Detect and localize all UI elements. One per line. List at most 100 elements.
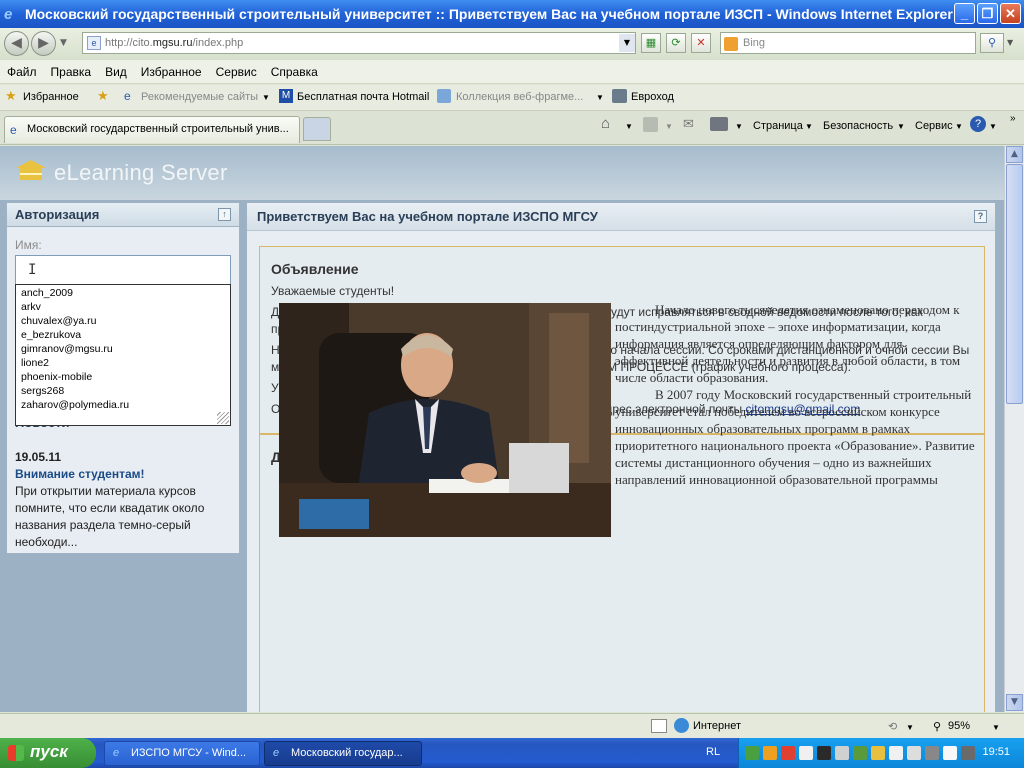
favorites-button[interactable]: Избранное [23,91,79,103]
help-question-icon[interactable]: ? [974,210,987,223]
search-options-dropdown[interactable]: ▼ [1007,38,1013,47]
safety-menu[interactable]: Безопасность [823,120,893,132]
web-slice-dropdown[interactable]: ▼ [596,93,604,102]
print-dropdown[interactable]: ▼ [735,122,743,131]
security-zone-label: Интернет [693,720,741,732]
menu-help[interactable]: Справка [264,65,325,79]
collapse-icon[interactable]: ↑ [218,208,231,221]
chevron-more-icon[interactable]: » [1010,113,1016,124]
volume-icon[interactable] [889,746,903,760]
menu-view[interactable]: Вид [98,65,134,79]
scroll-thumb[interactable] [1006,164,1023,404]
menu-edit[interactable]: Правка [44,65,99,79]
close-button[interactable]: ✕ [1000,3,1021,24]
suggested-sites-link[interactable]: Рекомендуемые сайты [141,91,258,103]
evrohod-link[interactable]: Евроход [631,91,674,103]
new-tab-button[interactable] [303,117,331,141]
tray-icon[interactable] [817,746,831,760]
menu-file[interactable]: Файл [0,65,44,79]
tray-icon[interactable] [871,746,885,760]
autocomplete-dropdown[interactable]: anch_2009 arkv chuvalex@ya.ru e_bezrukov… [15,284,231,426]
start-label: пуск [30,742,68,761]
address-input[interactable]: e http://cito.mgsu.ru/index.php [82,32,636,54]
news-text: При открытии материала курсов помните, ч… [15,484,205,549]
stop-icon[interactable]: ✕ [691,33,711,53]
refresh-icon[interactable]: ⟳ [666,33,686,53]
tray-icon[interactable] [853,746,867,760]
tray-icon[interactable] [925,746,939,760]
rss-feeds-icon[interactable] [643,117,658,132]
search-input[interactable]: Bing [720,32,976,54]
home-icon[interactable]: ⌂ [601,115,610,132]
autocomplete-item[interactable]: phoenix-mobile [21,370,230,384]
help-icon[interactable]: ? [970,116,986,132]
autocomplete-item[interactable]: lione2 [21,356,230,370]
zoom-dropdown[interactable]: ▼ [992,723,1000,732]
tray-icon[interactable] [961,746,975,760]
search-button[interactable]: ⚲ [980,33,1004,53]
language-indicator[interactable]: RL [706,746,720,758]
autocomplete-item[interactable]: anch_2009 [21,286,230,300]
tray-icon[interactable] [745,746,759,760]
tools-menu-dropdown[interactable]: ▼ [955,122,963,131]
resize-grip-icon[interactable] [217,412,229,424]
tray-icon[interactable] [799,746,813,760]
add-favorites-icon[interactable]: ★ [97,88,109,104]
taskbar-button-active[interactable]: e Московский государ... [264,741,422,766]
web-slice-gallery-link[interactable]: Коллекция веб-фрагме... [456,91,583,103]
zone-dropdown[interactable]: ▼ [906,723,914,732]
taskbar-button[interactable]: e ИЗСПО МГСУ - Wind... [104,741,260,766]
tools-menu[interactable]: Сервис [915,120,953,132]
bing-icon [724,37,738,51]
protected-mode-toggle[interactable]: ⟲ [888,720,897,733]
start-button[interactable]: пуск [0,738,96,768]
internet-zone-icon [674,718,689,733]
back-button[interactable]: ◀ [4,31,29,56]
tray-icon[interactable] [781,746,795,760]
window-title: Московский государственный строительный … [25,6,953,22]
username-input[interactable]: I [15,255,231,285]
autocomplete-item[interactable]: arkv [21,300,230,314]
window-titlebar: e Московский государственный строительны… [0,0,1024,28]
clock[interactable]: 19:51 [982,746,1010,758]
news-headline-link[interactable]: Внимание студентам! [15,466,235,483]
hotmail-link[interactable]: Бесплатная почта Hotmail [297,91,429,103]
safety-menu-dropdown[interactable]: ▼ [897,122,905,131]
home-dropdown[interactable]: ▼ [625,122,633,131]
site-logo[interactable]: eLearning Server [54,160,228,186]
page-scrollbar[interactable]: ▲ ▼ [1004,146,1024,712]
page-menu[interactable]: Страница [753,120,803,132]
tray-icon[interactable] [907,746,921,760]
feeds-dropdown[interactable]: ▼ [665,122,673,131]
address-dropdown-button[interactable]: ▼ [619,34,635,52]
forward-button[interactable]: ▶ [31,31,56,56]
page-menu-dropdown[interactable]: ▼ [805,122,813,131]
autocomplete-item[interactable]: gimranov@mgsu.ru [21,342,230,356]
zoom-level[interactable]: 95% [948,720,970,732]
content-box: Объявление Уважаемые студенты! Долги, не… [259,246,985,712]
scroll-up-button[interactable]: ▲ [1006,146,1023,163]
autocomplete-item[interactable]: e_bezrukova [21,328,230,342]
tray-icon[interactable] [943,746,957,760]
suggested-sites-dropdown[interactable]: ▼ [262,93,270,102]
menu-favorites[interactable]: Избранное [134,65,209,79]
url-prefix: http://cito. [105,37,153,49]
announcement-heading: Объявление [271,261,359,277]
help-dropdown[interactable]: ▼ [989,122,997,131]
recent-pages-dropdown[interactable]: ▼ [60,38,67,48]
tray-icon[interactable] [763,746,777,760]
minimize-button[interactable]: _ [954,3,975,24]
autocomplete-item[interactable]: sergs268 [21,384,230,398]
tab-ie-icon: e [10,123,17,137]
menu-tools[interactable]: Сервис [209,65,264,79]
scroll-down-button[interactable]: ▼ [1006,694,1023,711]
autocomplete-item[interactable]: chuvalex@ya.ru [21,314,230,328]
tray-icon[interactable] [835,746,849,760]
tab-active[interactable]: e Московский государственный строительны… [4,116,300,143]
mail-icon[interactable]: ✉ [683,116,694,132]
maximize-button[interactable]: ❐ [977,3,998,24]
compatibility-view-icon[interactable]: ▦ [641,33,661,53]
hotmail-icon: M [279,89,293,103]
print-icon[interactable] [710,117,728,131]
autocomplete-item[interactable]: zaharov@polymedia.ru [21,398,230,412]
